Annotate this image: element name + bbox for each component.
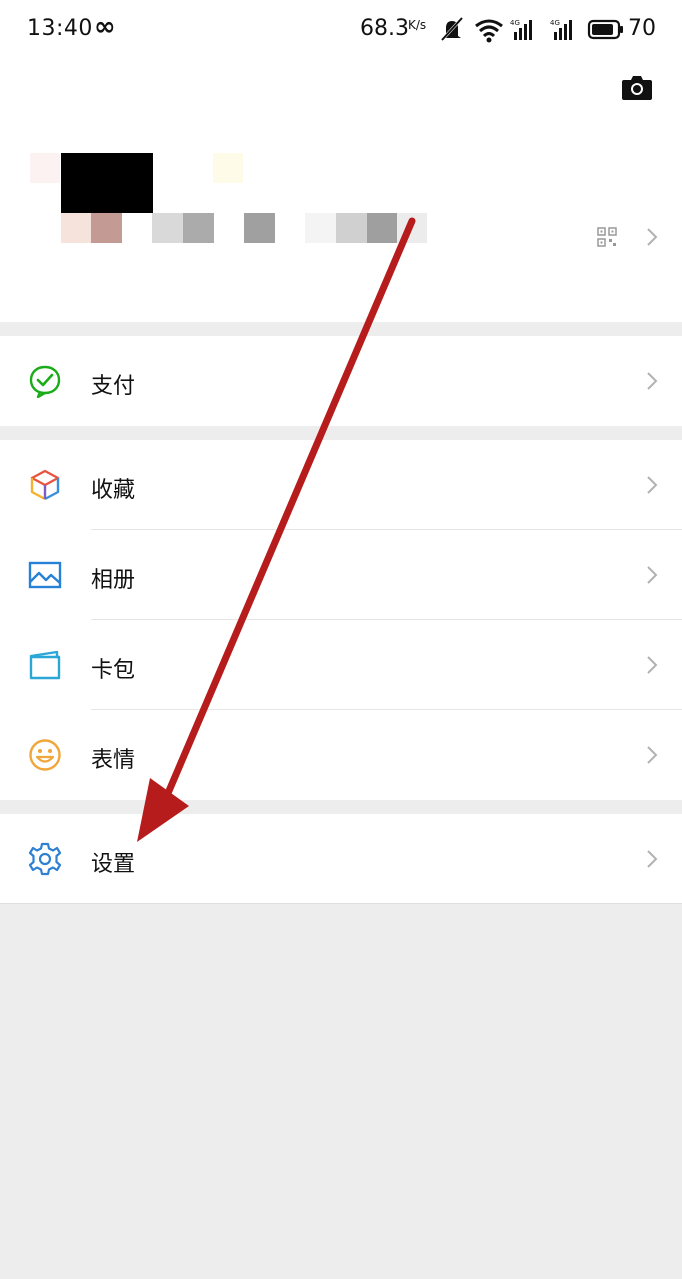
redacted-pixel — [152, 213, 183, 243]
status-time: 13:40 — [27, 16, 93, 41]
chevron-right-icon — [647, 372, 658, 390]
redacted-name — [61, 153, 153, 213]
pay-group: 支付 — [0, 336, 682, 426]
chevron-right-icon — [647, 228, 658, 246]
chevron-right-icon — [647, 746, 658, 764]
battery-level: 70 — [628, 16, 656, 41]
redacted-pixel — [213, 153, 243, 183]
infinity-icon: ∞ — [94, 12, 116, 42]
menu-item-settings[interactable]: 设置 — [0, 814, 682, 904]
redacted-pixel — [305, 213, 336, 243]
menu-label-favorites: 收藏 — [91, 478, 136, 503]
status-icons: 4G 4G — [440, 16, 623, 43]
camera-icon[interactable] — [621, 73, 653, 101]
settings-group: 设置 — [0, 814, 682, 904]
net-speed: 68.3 — [360, 16, 409, 41]
pay-icon — [29, 365, 61, 398]
chevron-right-icon — [647, 566, 658, 584]
stickers-icon — [29, 739, 61, 771]
settings-icon — [28, 842, 62, 876]
redacted-pixel — [30, 153, 60, 183]
signal-icon-2: 4G — [550, 19, 572, 40]
svg-text:4G: 4G — [550, 19, 560, 27]
menu-item-album[interactable]: 相册 — [0, 530, 682, 620]
battery-icon — [587, 19, 623, 40]
favorites-icon — [30, 469, 60, 501]
redacted-pixel — [183, 213, 214, 243]
redacted-pixel — [397, 213, 427, 243]
services-group: 收藏 相册 卡包 表情 — [0, 440, 682, 800]
menu-label-settings: 设置 — [91, 852, 136, 877]
net-speed-unit: K/s — [408, 18, 427, 32]
profile-header[interactable] — [0, 60, 682, 322]
status-bar: 13:40 ∞ 68.3 K/s 4G 4G 70 — [0, 0, 682, 60]
menu-item-pay[interactable]: 支付 — [0, 336, 682, 426]
redacted-pixel — [91, 213, 122, 243]
menu-item-cards[interactable]: 卡包 — [0, 620, 682, 710]
mute-icon — [440, 16, 464, 42]
redacted-pixel — [336, 213, 367, 243]
menu-item-stickers[interactable]: 表情 — [0, 710, 682, 800]
redacted-pixel — [61, 213, 91, 243]
chevron-right-icon — [647, 850, 658, 868]
menu-label-album: 相册 — [91, 568, 136, 593]
redacted-pixel — [244, 213, 275, 243]
chevron-right-icon — [647, 476, 658, 494]
chevron-right-icon — [647, 656, 658, 674]
redacted-pixel — [367, 213, 397, 243]
signal-icon-1: 4G — [510, 19, 532, 40]
wifi-icon — [475, 19, 503, 43]
cards-icon — [29, 650, 61, 680]
svg-text:4G: 4G — [510, 19, 520, 27]
album-icon — [28, 561, 62, 589]
menu-label-pay: 支付 — [91, 374, 136, 399]
menu-item-favorites[interactable]: 收藏 — [0, 440, 682, 530]
menu-label-stickers: 表情 — [91, 748, 136, 773]
menu-label-cards: 卡包 — [91, 658, 136, 683]
qr-code-icon[interactable] — [597, 227, 617, 247]
